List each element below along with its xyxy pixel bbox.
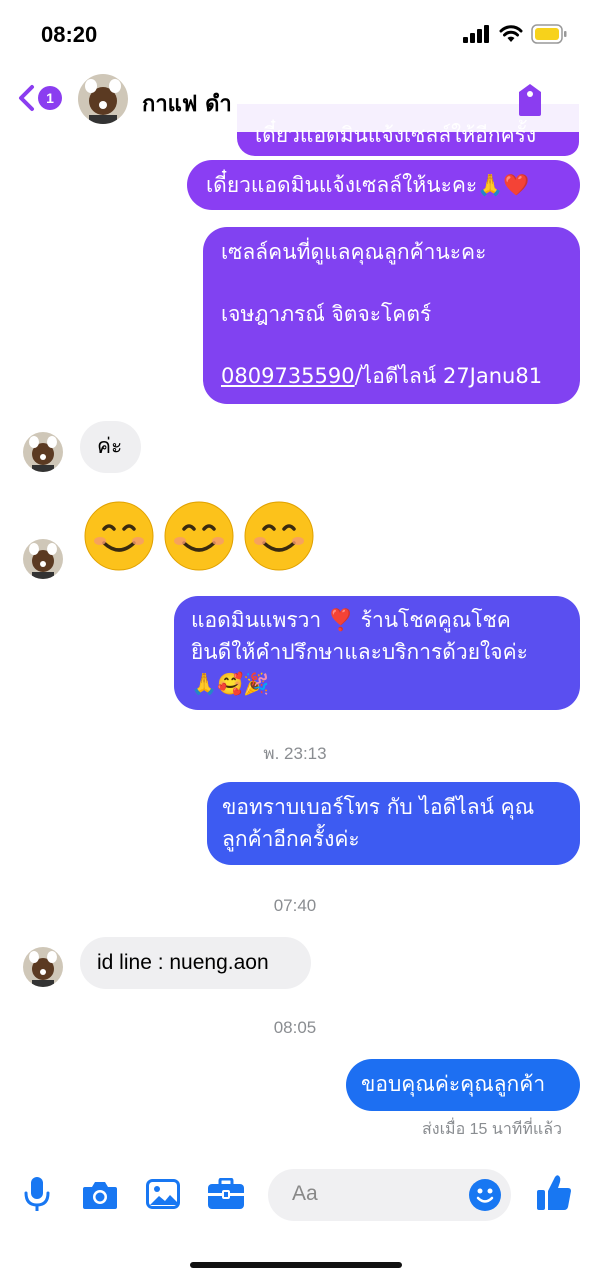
- chevron-left-icon: [19, 85, 34, 111]
- microphone-icon[interactable]: [24, 1177, 50, 1213]
- contact-avatar[interactable]: [23, 432, 63, 472]
- unread-badge: 1: [38, 86, 62, 110]
- message-bubble-incoming[interactable]: ค่ะ: [80, 421, 141, 473]
- smiling-face-emoji-icon: [244, 501, 314, 571]
- chat-header: 1 กาแฟ ดำ: [0, 70, 591, 132]
- status-bar: 08:20: [0, 0, 591, 70]
- header-avatar[interactable]: [78, 74, 128, 124]
- emoji-icon[interactable]: [469, 1179, 501, 1211]
- like-thumbs-up-icon[interactable]: [536, 1174, 572, 1212]
- back-button[interactable]: 1: [16, 84, 62, 112]
- sent-status: ส่งเมื่อ 15 นาทีที่แล้ว: [421, 1121, 562, 1138]
- battery-icon: [531, 24, 567, 44]
- message-input-box[interactable]: [268, 1169, 511, 1221]
- message-composer: [0, 1160, 591, 1230]
- wifi-icon: [499, 25, 523, 42]
- message-bubble-outgoing[interactable]: เดี๋ยวแอดมินแจ้งเซลล์ให้นะคะ🙏❤️: [187, 160, 580, 210]
- status-icons: [463, 24, 567, 44]
- status-time: 08:20: [41, 22, 98, 47]
- smiling-face-emoji-icon: [164, 501, 234, 571]
- camera-icon[interactable]: [82, 1180, 118, 1210]
- contact-line: 0809735590/ไอดีไลน์ 27Janu81: [221, 364, 543, 388]
- phone-link[interactable]: 0809735590: [221, 364, 355, 388]
- message-bubble-outgoing[interactable]: เซลล์คนที่ดูแลคุณลูกค้านะคะ เจษฎาภรณ์ จิ…: [203, 227, 580, 404]
- timestamp: 08:05: [273, 1018, 317, 1037]
- home-indicator[interactable]: [190, 1262, 402, 1268]
- message-input[interactable]: [290, 1181, 454, 1207]
- message-bubble-outgoing[interactable]: แอดมินแพรวา ❣️ ร้านโชคคูณโชค ยินดีให้คำป…: [174, 596, 580, 710]
- contact-avatar[interactable]: [23, 539, 63, 579]
- message-bubble-outgoing[interactable]: ขอทราบเบอร์โทร กับ ไอดีไลน์ คุณ ลูกค้าอี…: [207, 782, 580, 865]
- gallery-icon[interactable]: [146, 1179, 180, 1209]
- signal-icon: [463, 25, 489, 43]
- timestamp: 07:40: [273, 896, 317, 915]
- message-bubble-incoming[interactable]: id line : nueng.aon: [80, 937, 311, 989]
- message-bubble-outgoing[interactable]: ขอบคุณค่ะคุณลูกค้า: [346, 1059, 580, 1111]
- contact-avatar[interactable]: [23, 947, 63, 987]
- contact-name[interactable]: กาแฟ ดำ: [142, 86, 232, 121]
- briefcase-icon[interactable]: [207, 1178, 245, 1210]
- tag-icon[interactable]: [515, 82, 545, 118]
- timestamp: พ. 23:13: [263, 744, 327, 763]
- smiling-face-emoji-icon: [84, 501, 154, 571]
